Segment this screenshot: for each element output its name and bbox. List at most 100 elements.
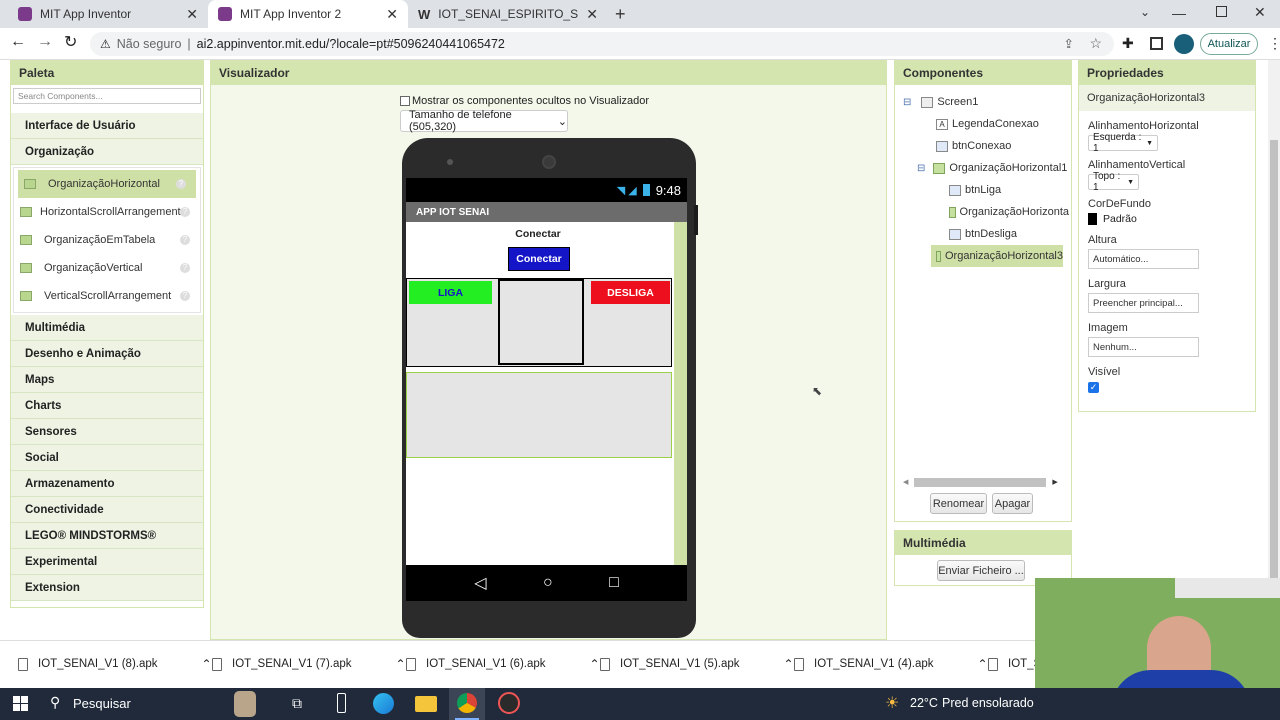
- align-h-select[interactable]: Esquerda : 1 ▼: [1088, 132, 1158, 154]
- palette-item[interactable]: VerticalScrollArrangement ?: [14, 282, 200, 310]
- palette-item[interactable]: OrganizaçãoVertical ?: [14, 254, 200, 282]
- browser-tab[interactable]: MIT App Inventor ✕: [8, 0, 208, 28]
- show-hidden-checkbox[interactable]: [400, 96, 410, 106]
- recorder-icon[interactable]: [498, 692, 520, 714]
- download-item[interactable]: IOT_SENAI_V1 (7).apk ⌃: [212, 652, 406, 676]
- download-item[interactable]: IOT_SENAI_V1 (4).apk ⌃: [794, 652, 988, 676]
- collapse-icon[interactable]: ⊟: [917, 163, 925, 174]
- phone-link-icon[interactable]: [337, 693, 346, 713]
- category-maps[interactable]: Maps: [11, 367, 203, 393]
- windows-start-icon[interactable]: [13, 696, 28, 711]
- image-input[interactable]: Nenhum...: [1088, 337, 1199, 357]
- weather-text[interactable]: Pred ensolarado: [942, 696, 1034, 710]
- search-highlight-icon[interactable]: [234, 691, 256, 717]
- close-icon[interactable]: ✕: [186, 6, 198, 23]
- width-input[interactable]: Preencher principal...: [1088, 293, 1199, 313]
- download-item[interactable]: IOT_S: [988, 652, 1041, 676]
- maximize-icon[interactable]: [1216, 6, 1227, 17]
- browser-tab-active[interactable]: MIT App Inventor 2 ✕: [208, 0, 408, 28]
- taskbar-active-app[interactable]: [449, 688, 485, 720]
- forward-icon[interactable]: →: [37, 33, 53, 51]
- visible-checkbox[interactable]: ✓: [1088, 382, 1099, 393]
- close-window-icon[interactable]: ✕: [1254, 4, 1266, 21]
- tree-node-button[interactable]: btnDesliga: [903, 223, 1069, 245]
- temperature[interactable]: 22°C: [910, 696, 938, 710]
- extensions-icon[interactable]: ✚: [1122, 35, 1134, 52]
- btn-conexao[interactable]: Conectar: [508, 247, 570, 271]
- back-icon[interactable]: ←: [10, 33, 26, 51]
- category-layout[interactable]: Organização: [11, 139, 203, 165]
- label-conectar[interactable]: Conectar: [406, 228, 670, 240]
- bookmark-star-icon[interactable]: ☆: [1089, 35, 1102, 52]
- show-hidden-option[interactable]: Mostrar os componentes ocultos no Visual…: [400, 95, 649, 107]
- profile-avatar[interactable]: [1174, 34, 1194, 54]
- height-input[interactable]: Automático...: [1088, 249, 1199, 269]
- download-item[interactable]: IOT_SENAI_V1 (5).apk ⌃: [600, 652, 794, 676]
- download-item[interactable]: IOT_SENAI_V1 (6).apk ⌃: [406, 652, 600, 676]
- align-v-select[interactable]: Topo : 1 ▼: [1088, 171, 1139, 193]
- category-media[interactable]: Multimédia: [11, 315, 203, 341]
- category-user-interface[interactable]: Interface de Usuário: [11, 113, 203, 139]
- close-icon[interactable]: ✕: [586, 6, 598, 23]
- tree-node-arrangement-selected[interactable]: OrganizaçãoHorizontal3: [931, 245, 1063, 267]
- task-view-icon[interactable]: ⧉: [292, 695, 302, 712]
- minimize-icon[interactable]: —: [1172, 5, 1186, 21]
- address-bar[interactable]: ⚠ Não seguro | ai2.appinventor.mit.edu/?…: [90, 32, 1114, 56]
- help-icon[interactable]: ?: [180, 263, 190, 273]
- help-icon[interactable]: ?: [180, 235, 190, 245]
- new-tab-icon[interactable]: +: [615, 4, 626, 25]
- category-connectivity[interactable]: Conectividade: [11, 497, 203, 523]
- tree-node-label[interactable]: A LegendaConexao: [903, 113, 1069, 135]
- close-icon[interactable]: ✕: [386, 6, 398, 23]
- search-icon[interactable]: ⚲: [50, 694, 60, 711]
- help-icon[interactable]: ?: [180, 207, 190, 217]
- palette-item[interactable]: HorizontalScrollArrangement ?: [14, 198, 200, 226]
- horizontal-arrangement-3[interactable]: [406, 372, 672, 458]
- download-item[interactable]: IOT_SENAI_V1 (8).apk ⌃: [18, 652, 212, 676]
- tab-search-icon[interactable]: ⌄: [1140, 5, 1150, 19]
- nav-back-icon[interactable]: ◁: [474, 573, 486, 593]
- category-lego[interactable]: LEGO® MINDSTORMS®: [11, 523, 203, 549]
- category-storage[interactable]: Armazenamento: [11, 471, 203, 497]
- tree-node-arrangement[interactable]: ⊟ OrganizaçãoHorizontal1: [903, 157, 1069, 179]
- horizontal-arrangement-2[interactable]: [498, 279, 584, 365]
- category-drawing[interactable]: Desenho e Animação: [11, 341, 203, 367]
- help-icon[interactable]: ?: [180, 291, 190, 301]
- tree-horizontal-scrollbar[interactable]: ◀ ▶: [903, 476, 1063, 488]
- category-charts[interactable]: Charts: [11, 393, 203, 419]
- chevron-up-icon[interactable]: ⌃: [590, 657, 600, 671]
- page-scrollbar[interactable]: [1268, 60, 1280, 640]
- help-icon[interactable]: ?: [176, 179, 186, 189]
- rename-button[interactable]: Renomear: [930, 493, 987, 514]
- scroll-right-icon[interactable]: ▶: [1052, 478, 1057, 486]
- chevron-up-icon[interactable]: ⌃: [978, 657, 988, 671]
- bg-color-picker[interactable]: Padrão: [1088, 213, 1248, 225]
- palette-item[interactable]: OrganizaçãoHorizontal ?: [18, 170, 196, 198]
- nav-home-icon[interactable]: ○: [543, 574, 553, 592]
- chevron-up-icon[interactable]: ⌃: [202, 657, 212, 671]
- nav-recents-icon[interactable]: □: [609, 574, 619, 592]
- category-experimental[interactable]: Experimental: [11, 549, 203, 575]
- menu-icon[interactable]: ⋮: [1268, 35, 1280, 52]
- chevron-up-icon[interactable]: ⌃: [396, 657, 406, 671]
- btn-liga[interactable]: LIGA: [409, 281, 492, 304]
- edge-icon[interactable]: [373, 693, 394, 714]
- phone-size-select[interactable]: Tamanho de telefone (505,320) ⌄: [400, 109, 568, 133]
- tree-node-button[interactable]: btnConexao: [903, 135, 1069, 157]
- category-social[interactable]: Social: [11, 445, 203, 471]
- scroll-left-icon[interactable]: ◀: [903, 478, 908, 486]
- tree-node-screen1[interactable]: ⊟ Screen1: [903, 91, 1069, 113]
- scroll-thumb[interactable]: [914, 477, 1047, 487]
- btn-desliga[interactable]: DESLIGA: [591, 281, 670, 304]
- palette-item[interactable]: OrganizaçãoEmTabela ?: [14, 226, 200, 254]
- page-scrollbar-thumb[interactable]: [1270, 140, 1278, 640]
- upload-file-button[interactable]: Enviar Ficheiro ...: [937, 560, 1025, 581]
- category-extension[interactable]: Extension: [11, 575, 203, 601]
- browser-tab[interactable]: W IOT_SENAI_ESPIRITO_SANTO 2 - ✕: [408, 0, 608, 28]
- file-explorer-icon[interactable]: [415, 696, 437, 712]
- category-sensors[interactable]: Sensores: [11, 419, 203, 445]
- taskbar-search[interactable]: Pesquisar: [73, 696, 131, 711]
- search-components-input[interactable]: Search Components...: [13, 88, 201, 104]
- collapse-icon[interactable]: ⊟: [903, 97, 911, 108]
- reload-icon[interactable]: ↻: [64, 32, 77, 52]
